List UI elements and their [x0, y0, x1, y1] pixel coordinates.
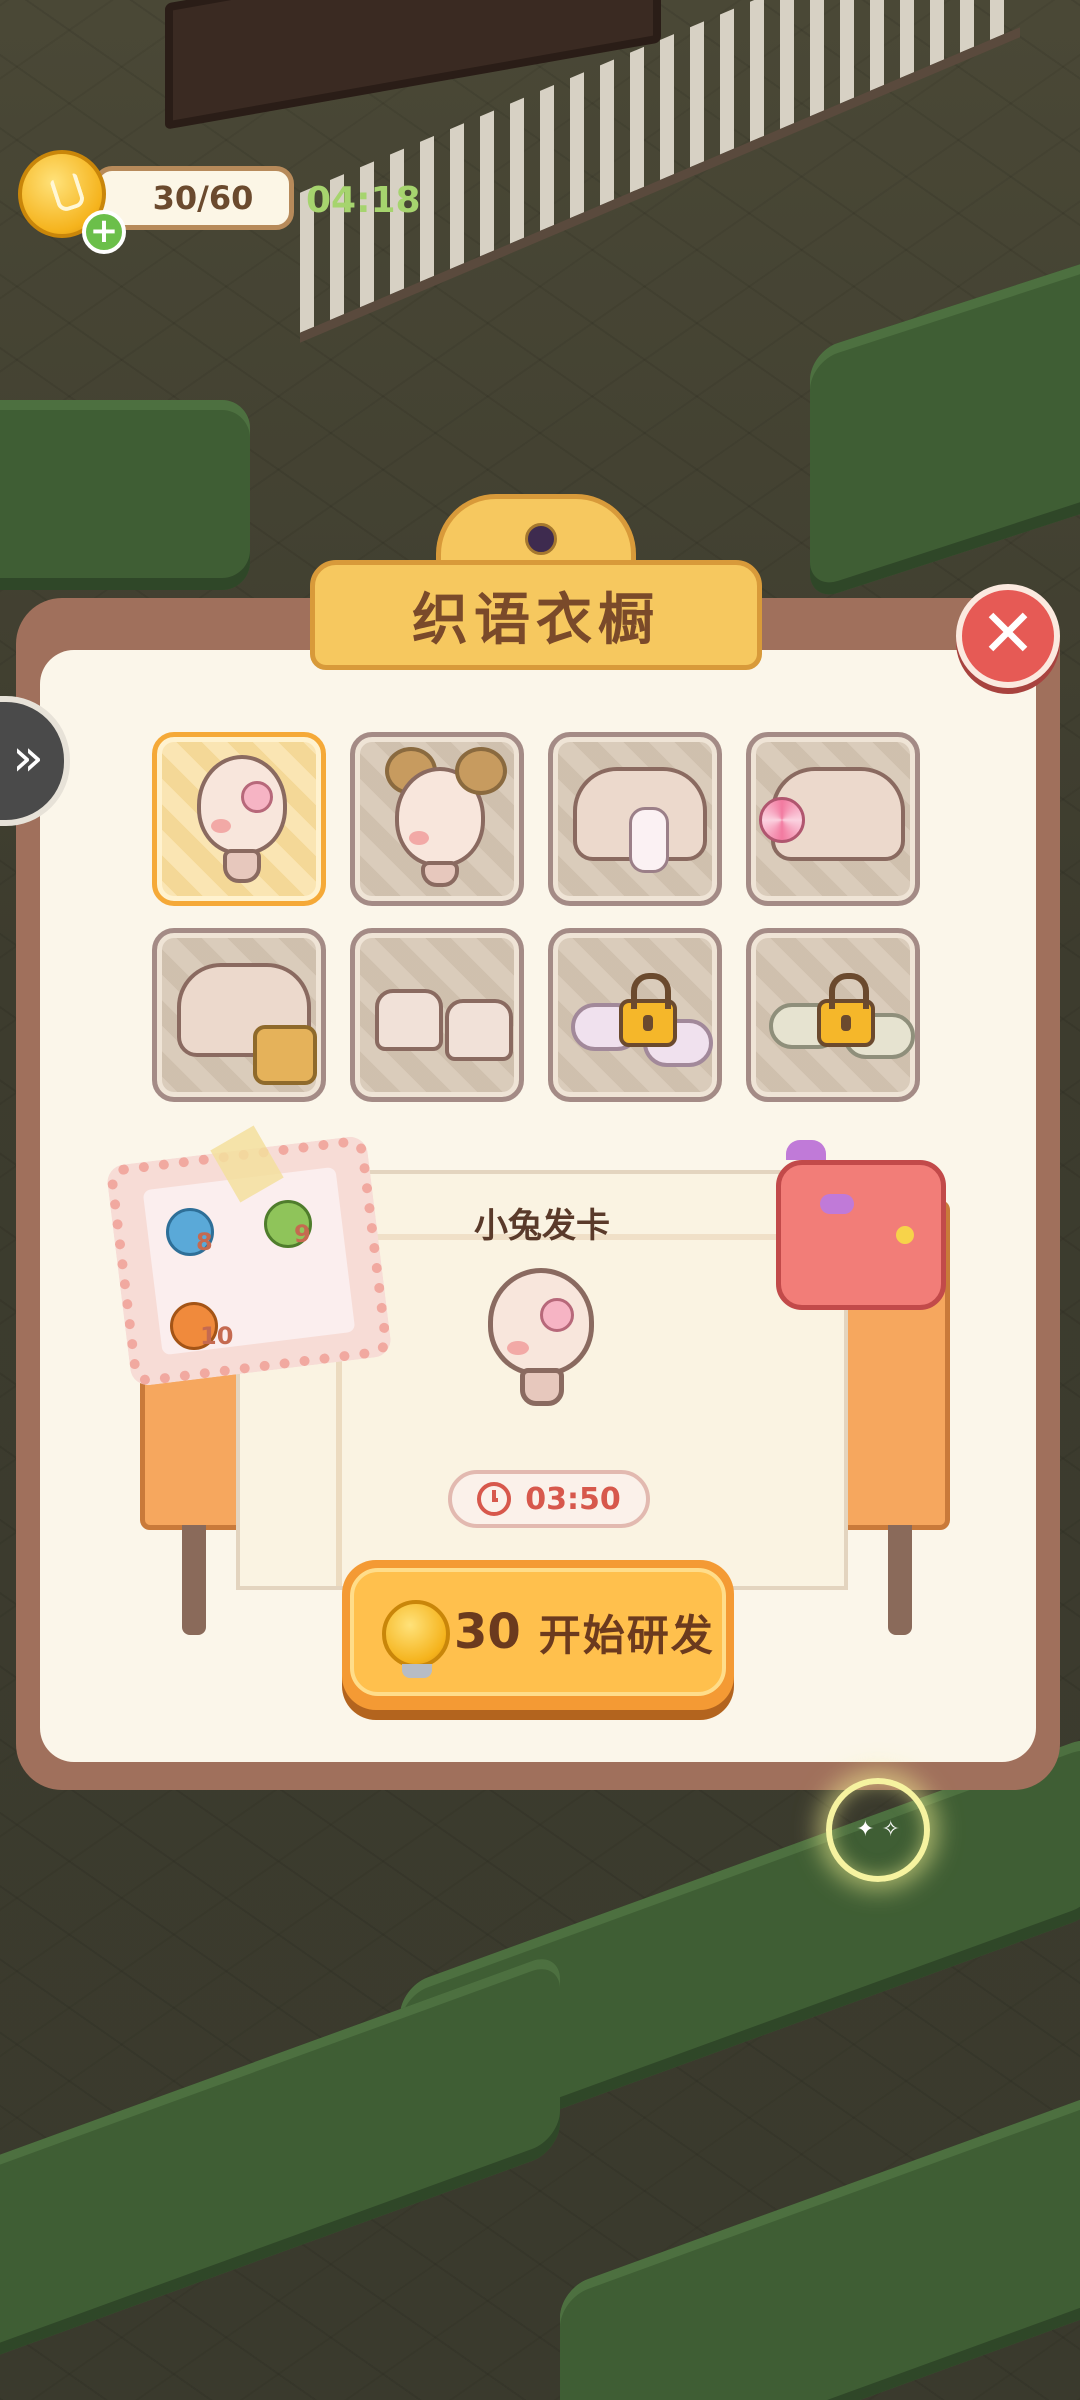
start-research-label: 开始研发 — [538, 1610, 715, 1660]
basket-sweater-icon — [157, 933, 321, 1097]
research-time-value: 03:50 — [525, 1481, 621, 1517]
material-count: 9 — [294, 1220, 311, 1248]
table-leg-right — [888, 1525, 912, 1635]
panel-title: 织语衣橱 — [310, 560, 762, 670]
title-plaque: 织语衣橱 — [310, 494, 762, 672]
material-count: 8 — [196, 1228, 213, 1256]
clothing-grid — [152, 732, 926, 1102]
clock-icon — [477, 1482, 512, 1516]
research-item-preview-icon — [488, 1268, 598, 1418]
lightbulb-icon — [382, 1600, 450, 1678]
item-slot-lace-up-boots[interactable] — [350, 928, 524, 1102]
item-slot-bunny-plush-sweater[interactable] — [548, 732, 722, 906]
item-slot-bun-hairstyle[interactable] — [350, 732, 524, 906]
lock-icon — [817, 973, 875, 1047]
add-energy-button[interactable]: + — [82, 210, 126, 254]
lock-icon — [619, 973, 677, 1047]
table-leg-left — [182, 1525, 206, 1635]
bunny-hairclip-head-icon — [157, 737, 321, 901]
start-research-cost: 30 — [454, 1604, 521, 1660]
energy-value: 30/60 — [94, 166, 294, 230]
sparkle-ring-icon[interactable]: ✦ ✧ — [826, 1778, 930, 1882]
bun-hairstyle-head-icon — [355, 737, 519, 901]
item-slot-lollipop-sweater[interactable] — [746, 732, 920, 906]
close-button[interactable]: ✕ — [956, 584, 1060, 688]
bunny-plush-sweater-icon — [553, 737, 717, 901]
item-slot-basket-sweater[interactable] — [152, 928, 326, 1102]
material-count: 10 — [200, 1322, 234, 1350]
lollipop-sweater-icon — [751, 737, 915, 901]
energy-refill-timer: 04:18 — [306, 180, 421, 221]
item-slot-bunny-hairclip[interactable] — [152, 732, 326, 906]
item-slot-bunny-slippers[interactable] — [548, 928, 722, 1102]
lace-up-boots-icon — [355, 933, 519, 1097]
hedge-top-left — [0, 400, 250, 590]
research-time-badge: 03:50 — [448, 1470, 650, 1528]
item-slot-cloud-slippers[interactable] — [746, 928, 920, 1102]
energy-counter[interactable]: 30/60 + — [18, 150, 294, 260]
sewing-machine-icon — [776, 1140, 972, 1330]
start-research-button[interactable]: 30 开始研发 — [342, 1560, 734, 1710]
